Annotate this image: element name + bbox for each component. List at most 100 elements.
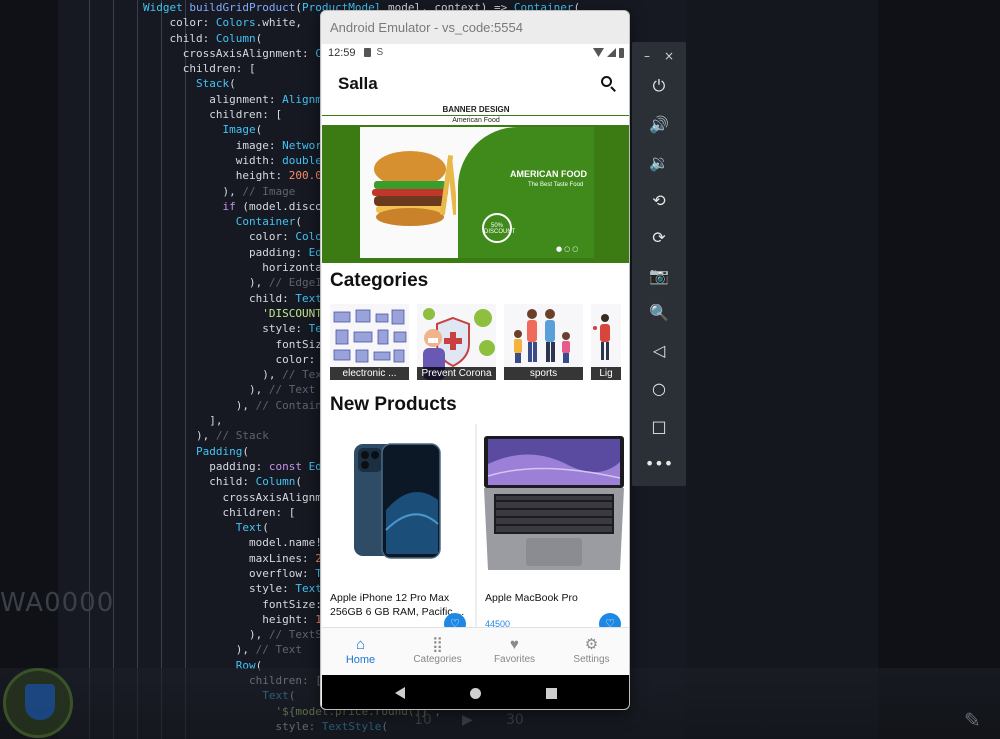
recents-icon[interactable] xyxy=(546,687,558,699)
product-name: Apple MacBook Pro xyxy=(485,592,578,604)
rotate-left-button[interactable]: ⟲ xyxy=(646,187,672,213)
code-token: ], xyxy=(209,414,223,428)
code-token: ), xyxy=(248,383,269,397)
forward-button[interactable]: 30 xyxy=(506,712,524,728)
overview-button[interactable]: □ xyxy=(646,413,672,439)
code-token: 'DISCOUNT' xyxy=(262,306,329,320)
code-token: ( xyxy=(229,77,236,91)
code-token: Container xyxy=(235,215,296,229)
more-button[interactable]: ••• xyxy=(645,450,673,476)
code-token: ), xyxy=(248,276,269,290)
code-token: Colors xyxy=(215,16,256,30)
close-button[interactable]: × xyxy=(664,49,674,63)
code-token: color: xyxy=(275,352,322,366)
home-circle-icon[interactable] xyxy=(469,687,481,699)
code-token: padding: xyxy=(248,245,309,259)
heart-icon: ♥ xyxy=(510,636,519,653)
emulator-title: Android Emulator - vs_code:5554 xyxy=(321,11,629,44)
code-token: ), xyxy=(235,398,256,412)
code-token: height: xyxy=(235,169,289,183)
code-token: children: [ xyxy=(182,62,256,76)
sync-icon: S xyxy=(376,47,384,58)
product-card[interactable]: Apple iPhone 12 Pro Max 256GB 6 GB RAM, … xyxy=(322,424,475,635)
code-token: ( xyxy=(295,215,302,229)
code-token: alignment: xyxy=(209,92,283,106)
app-title: Salla xyxy=(338,73,378,93)
channel-logo xyxy=(3,668,73,738)
code-token: ( xyxy=(295,1,302,14)
nav-label: Favorites xyxy=(493,654,536,665)
category-card[interactable]: sports xyxy=(504,304,583,380)
zoom-button[interactable]: 🔍 xyxy=(646,299,672,325)
code-token: color: xyxy=(169,16,216,30)
power-button[interactable]: ⏻ xyxy=(646,73,672,99)
code-token: 200.0 xyxy=(288,169,322,183)
status-time: 12:59 xyxy=(328,46,356,59)
code-token: ( xyxy=(295,475,302,489)
code-token: ( xyxy=(255,123,263,137)
banner-discount-badge: 50% DISCOUNT xyxy=(482,213,515,243)
back-button[interactable]: ◁ xyxy=(646,337,672,363)
code-token: Text xyxy=(295,291,322,305)
banner-food-subtitle: The Best Taste Food xyxy=(528,182,584,188)
code-token: Padding xyxy=(195,444,243,458)
wifi-icon xyxy=(593,48,604,57)
code-token: ( xyxy=(262,521,269,535)
play-icon[interactable]: ▶ xyxy=(462,712,473,728)
volume-down-button[interactable]: 🔉 xyxy=(646,149,672,175)
nav-label: Home xyxy=(345,654,376,666)
rotate-right-button[interactable]: ⟳ xyxy=(646,224,672,250)
pen-icon[interactable]: ✎ xyxy=(964,708,988,732)
watermark-text: WA0000 xyxy=(0,588,115,618)
app-bar: Salla xyxy=(322,61,629,106)
category-card[interactable]: electronic ... xyxy=(330,304,409,380)
bottom-navigation: ⌂ Home ⣿ Categories ♥ Favorites ⚙ Settin… xyxy=(322,627,629,675)
code-token: Image xyxy=(222,123,256,137)
sd-card-icon xyxy=(363,48,371,57)
code-token: overflow: xyxy=(248,566,316,580)
battery-icon xyxy=(619,47,624,58)
carousel-indicator: ●○○ xyxy=(556,245,581,253)
nav-label: Categories xyxy=(413,654,462,665)
screenshot-button[interactable]: 📷 xyxy=(646,262,672,288)
nav-favorites[interactable]: ♥ Favorites xyxy=(476,628,553,675)
emulator-toolbar: – × ⏻ 🔊 🔉 ⟲ ⟳ 📷 🔍 ◁ ○ □ ••• xyxy=(632,42,686,486)
category-card[interactable]: Lig xyxy=(591,304,621,380)
banner-heading: BANNER DESIGN xyxy=(322,106,629,115)
code-token: if xyxy=(222,199,243,213)
nav-home[interactable]: ⌂ Home xyxy=(322,628,399,675)
home-button[interactable]: ○ xyxy=(646,375,672,401)
code-token: color: xyxy=(248,230,296,244)
code-token: child: xyxy=(169,31,216,45)
iphone-image xyxy=(354,443,441,559)
shield-icon xyxy=(25,684,55,720)
volume-up-button[interactable]: 🔊 xyxy=(646,111,672,137)
category-card[interactable]: Prevent Corona xyxy=(417,304,496,380)
back-icon[interactable] xyxy=(394,687,405,699)
code-token: width: xyxy=(235,153,283,167)
banner-food-title: AMERICAN FOOD xyxy=(510,169,587,179)
rewind-button[interactable]: 10 xyxy=(414,712,432,728)
code-token: child: xyxy=(209,475,256,489)
code-token: .white, xyxy=(255,16,302,30)
category-label: Prevent Corona xyxy=(417,367,496,380)
code-token: crossAxisAlignment: xyxy=(182,46,316,60)
code-token: height: xyxy=(262,612,316,626)
product-card[interactable]: Apple MacBook Pro 44500 ♡ xyxy=(477,424,629,635)
search-icon[interactable] xyxy=(600,75,618,93)
banner-carousel[interactable]: BANNER DESIGN American Food AMERICAN FOO… xyxy=(322,106,629,263)
code-token: Column xyxy=(255,475,296,489)
banner-image: AMERICAN FOOD The Best Taste Food 50% DI… xyxy=(360,127,594,258)
editor-right-panel xyxy=(686,0,878,739)
nav-categories[interactable]: ⣿ Categories xyxy=(399,628,476,675)
products-grid: Apple iPhone 12 Pro Max 256GB 6 GB RAM, … xyxy=(322,424,629,635)
nav-settings[interactable]: ⚙ Settings xyxy=(553,628,629,675)
categories-title: Categories xyxy=(330,270,429,291)
categories-list[interactable]: electronic ... Prevent Corona sports Lig xyxy=(330,304,621,380)
category-label: Lig xyxy=(591,367,621,380)
minimize-button[interactable]: – xyxy=(644,49,650,63)
code-token: Widget xyxy=(143,1,190,14)
code-token: style: xyxy=(248,582,296,596)
code-token: fontSize: xyxy=(262,597,329,611)
device-screen: 12:59 S Salla BANNER DESIGN American Foo… xyxy=(322,44,629,675)
